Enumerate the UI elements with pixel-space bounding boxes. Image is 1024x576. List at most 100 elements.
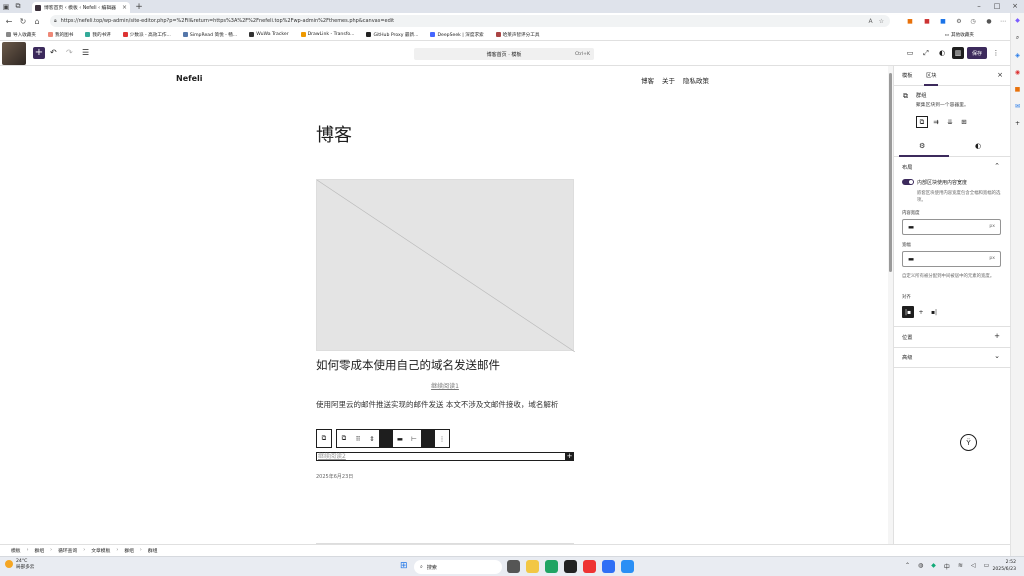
maximize-icon[interactable]: □ — [988, 0, 1006, 13]
tab-block[interactable]: 区块 — [923, 72, 939, 86]
extension-icon[interactable]: ■ — [922, 15, 932, 27]
wifi-icon[interactable]: ≋ — [958, 562, 963, 571]
minimize-icon[interactable]: – — [970, 0, 988, 13]
profile-avatar[interactable]: ● — [984, 15, 994, 27]
history-icon[interactable]: ◷ — [968, 15, 978, 27]
device-preview-icon[interactable]: ▭ — [904, 47, 916, 59]
move-up-down-icon[interactable]: ⇕ — [365, 435, 379, 443]
favorite-star-icon[interactable]: ☆ — [879, 18, 884, 25]
post-excerpt[interactable]: 使用阿里云的邮件推送实现的邮件发送 本文不涉及文邮件接收，域名解析 — [316, 399, 576, 411]
read-more-link-selected[interactable]: 继续阅读2 — [316, 452, 574, 461]
bookmark-item[interactable]: GitHub Proxy 最新... — [366, 32, 418, 38]
align-icon[interactable]: ▬ — [393, 435, 407, 443]
browser-tab[interactable]: 博客首页 ‹ 模板 ‹ Nefeli ‹ 编辑器 × — [32, 2, 130, 13]
office-icon[interactable]: ■ — [1015, 86, 1021, 93]
chevron-up-icon[interactable]: ⌃ — [905, 562, 910, 571]
justify-left-icon[interactable]: |▪ — [902, 306, 914, 318]
bookmark-item[interactable]: 导入收藏夹 — [6, 32, 36, 38]
taskbar-clock[interactable]: 2:52 2025/6/23 — [992, 559, 1016, 573]
variation-row-icon[interactable]: ⇉ — [930, 116, 942, 128]
weather-widget[interactable]: 24°C 局部多云 — [5, 559, 34, 571]
app-icon[interactable] — [602, 560, 615, 573]
redo-icon[interactable]: ↷ — [66, 48, 73, 57]
input-method-icon[interactable]: 中 — [944, 562, 950, 571]
undo-icon[interactable]: ↶ — [50, 48, 57, 57]
variation-stack-icon[interactable]: ⇊ — [944, 116, 956, 128]
bookmark-item[interactable]: 我的书评 — [85, 32, 111, 38]
tools-icon[interactable]: ◉ — [1015, 69, 1020, 76]
advanced-panel-title[interactable]: 高级 — [902, 354, 912, 361]
bookmark-item[interactable]: DrawLink - Transfo... — [300, 32, 354, 37]
copilot-icon[interactable]: ◆ — [1015, 17, 1020, 24]
read-aloud-icon[interactable]: A — [869, 18, 873, 25]
list-view-icon[interactable]: ☰ — [82, 48, 89, 57]
volume-icon[interactable]: ◁ — [971, 562, 976, 571]
edge-browser-icon[interactable] — [545, 560, 558, 573]
close-icon[interactable]: × — [997, 71, 1003, 79]
task-view-icon[interactable] — [507, 560, 520, 573]
breadcrumb-item[interactable]: 文章模板 — [91, 547, 110, 554]
layout-panel-title[interactable]: 布局 — [902, 164, 912, 171]
home-icon[interactable]: ⌂ — [30, 17, 44, 26]
taskbar-search[interactable]: ⌕ 搜索 — [414, 560, 502, 574]
more-options-icon[interactable]: ⋮ — [435, 435, 449, 443]
new-tab-button[interactable]: + — [134, 2, 144, 12]
site-icon[interactable] — [2, 42, 26, 65]
chevron-down-icon[interactable]: ⌄ — [994, 352, 1000, 360]
justify-icon[interactable]: ⊢ — [407, 435, 421, 443]
view-external-icon[interactable]: ⤢ — [920, 47, 932, 59]
extension-icon[interactable]: ■ — [938, 15, 948, 27]
featured-image-placeholder[interactable] — [316, 179, 575, 352]
add-block-icon[interactable]: + — [565, 452, 574, 461]
url-field[interactable]: 🔒︎ https://nefeli.top/wp-admin/site-edit… — [50, 15, 890, 27]
save-button[interactable]: 保存 — [967, 47, 987, 59]
parent-group-icon[interactable]: ⧉ — [317, 434, 331, 443]
unit-label[interactable]: px — [989, 256, 995, 261]
breadcrumb-item[interactable]: 群组 — [124, 547, 134, 554]
workspaces-icon[interactable]: ▣ — [0, 1, 12, 13]
breadcrumb-item[interactable]: 群组 — [35, 547, 45, 554]
settings-toggle-icon[interactable]: ▥ — [952, 47, 964, 59]
bookmark-item[interactable]: SimpRead 简悦 - 畅... — [182, 32, 237, 38]
scrollbar-thumb[interactable] — [889, 73, 892, 272]
content-width-input[interactable]: ▬ px — [902, 219, 1001, 235]
justify-right-icon[interactable]: ▪| — [928, 306, 940, 318]
wps-icon[interactable] — [583, 560, 596, 573]
unit-label[interactable]: px — [989, 224, 995, 229]
file-explorer-icon[interactable] — [526, 560, 539, 573]
post-title[interactable]: 如何零成本使用自己的域名发送邮件 — [316, 357, 500, 373]
options-menu-icon[interactable]: ⋮ — [991, 47, 1001, 59]
breadcrumb-item[interactable]: 循环查询 — [58, 547, 77, 554]
command-palette-button[interactable]: 博客首页 · 模板 Ctrl+K — [414, 48, 594, 60]
block-inserter-button[interactable]: + — [33, 47, 45, 59]
app-icon[interactable] — [621, 560, 634, 573]
nav-item-privacy[interactable]: 隐私政策 — [683, 75, 709, 85]
justify-center-icon[interactable]: + — [915, 306, 927, 318]
extension-icon[interactable]: ■ — [905, 15, 915, 27]
chevron-up-icon[interactable]: ⌃ — [994, 162, 1000, 170]
windows-start-icon[interactable]: ⊞ — [400, 561, 408, 571]
tray-app-icon[interactable]: ◍ — [918, 562, 923, 571]
other-bookmarks[interactable]: ▭ 其他收藏夹 — [945, 29, 974, 41]
plus-icon[interactable]: + — [994, 332, 1000, 340]
styles-contrast-icon[interactable]: ◐ — [975, 142, 981, 150]
site-title[interactable]: Nefeli — [176, 74, 203, 83]
add-panel-icon[interactable]: + — [1015, 120, 1020, 127]
search-icon[interactable]: ⌕ — [1016, 34, 1019, 42]
read-more-link[interactable]: 继续阅读1 — [316, 381, 574, 390]
settings-gear-icon[interactable]: ⚙ — [898, 142, 951, 157]
assistant-badge-icon[interactable]: Ÿ — [960, 434, 977, 451]
page-heading[interactable]: 博客 — [316, 121, 352, 147]
battery-icon[interactable]: ▭ — [984, 562, 990, 571]
extension-icon[interactable]: ⚙ — [954, 15, 964, 27]
bookmark-item[interactable]: 哈莱声智评分工具 — [495, 32, 539, 38]
back-icon[interactable]: ← — [2, 17, 16, 26]
bookmark-item[interactable]: 我的图书 — [47, 32, 73, 38]
position-panel-title[interactable]: 位置 — [902, 334, 912, 341]
post-date[interactable]: 2025年6月23日 — [316, 473, 353, 480]
bookmark-item[interactable]: 少数派 - 高效工作... — [122, 32, 171, 38]
close-window-icon[interactable]: × — [1006, 0, 1024, 13]
reload-icon[interactable]: ↻ — [16, 17, 30, 26]
group-block-icon[interactable]: ⧉ — [337, 434, 351, 443]
drag-handle-icon[interactable]: ⠿ — [351, 435, 365, 443]
